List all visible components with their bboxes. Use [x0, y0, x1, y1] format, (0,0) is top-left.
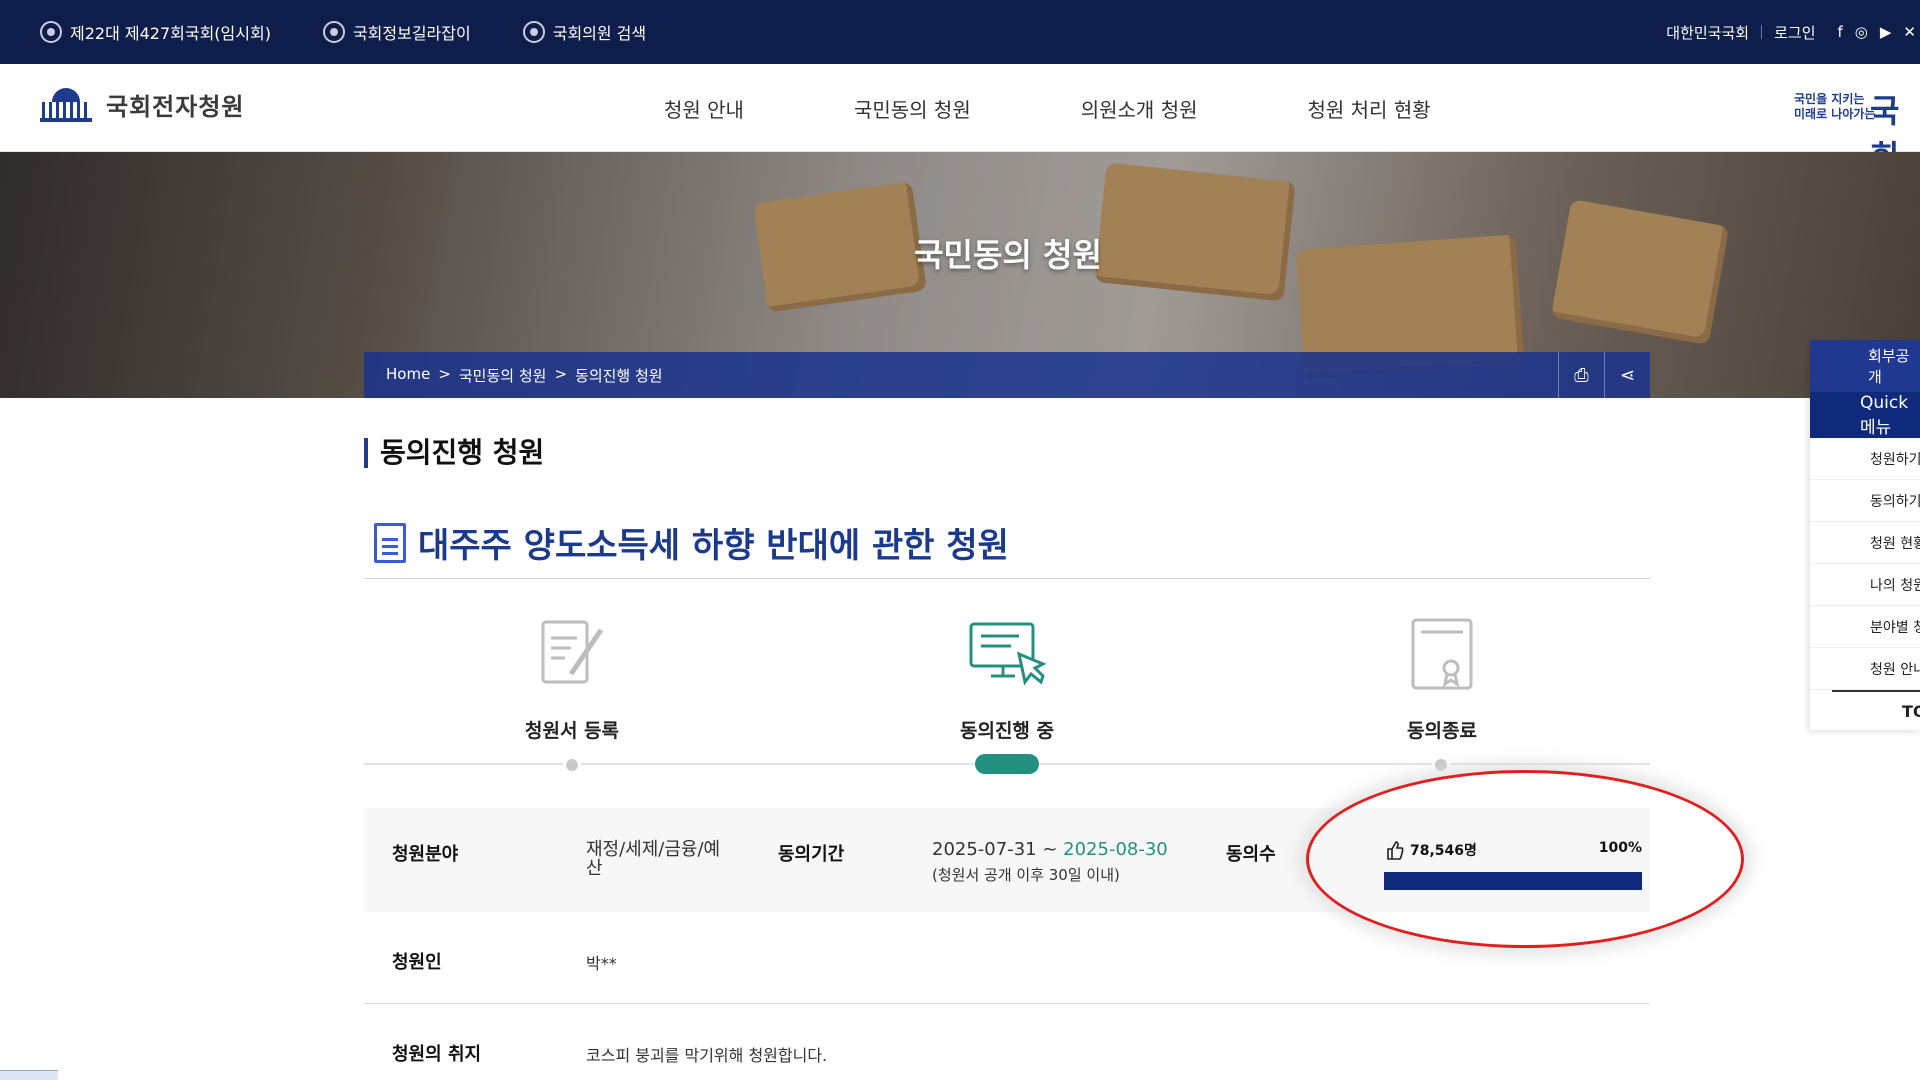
- facebook-icon[interactable]: f: [1838, 23, 1843, 41]
- purpose-row: 청원의 취지 코스피 붕괴를 막기위해 청원합니다.: [364, 1004, 1650, 1080]
- pencil-document-icon: [541, 620, 604, 684]
- step-label: 동의진행 중: [959, 720, 1054, 742]
- quick-item-status[interactable]: 청원 현황: [1810, 522, 1920, 564]
- step-indicator-active: [975, 754, 1039, 774]
- field-value-line-2: 산: [586, 858, 603, 879]
- step-dot-ended: [1432, 756, 1450, 774]
- top-link-member-search[interactable]: 국회의원 검색: [522, 20, 647, 44]
- votes-label: 동의수: [1226, 844, 1276, 865]
- nav-petition-status[interactable]: 청원 처리 현황: [1308, 94, 1431, 123]
- nav-public-consent-petition[interactable]: 국민동의 청원: [854, 94, 971, 123]
- step-dot-registered: [563, 756, 581, 774]
- quick-menu: 회부공개 Quick 메뉴 청원하기 동의하기 청원 현황 나의 청원 분야별 …: [1810, 340, 1920, 730]
- assembly-seal-icon: [322, 21, 345, 43]
- field-value-line-1: 재정/세제/금융/예: [586, 839, 721, 860]
- site-logo[interactable]: 국회전자청원: [40, 86, 244, 122]
- browser-status-bar: [0, 1070, 58, 1080]
- petition-title-row: 대주주 양도소득세 하향 반대에 관한 청원: [374, 518, 1009, 567]
- document-icon: [374, 522, 406, 563]
- divider: [364, 578, 1650, 579]
- nav-member-referral-petition[interactable]: 의원소개 청원: [1081, 94, 1198, 123]
- quick-item-my-petition[interactable]: 나의 청원: [1810, 564, 1920, 606]
- step-in-progress: 동의진행 중: [907, 618, 1107, 743]
- youtube-icon[interactable]: ▶: [1880, 23, 1892, 41]
- petitioner-value: 박**: [586, 954, 617, 973]
- field-label: 청원분야: [392, 844, 459, 865]
- top-utility-bar: 제22대 제427회국회(임시회) 국회정보길라잡이 국회의원 검색 대한민국국…: [0, 0, 1920, 64]
- top-button[interactable]: TOP: [1832, 690, 1920, 730]
- quick-menu-header: Quick 메뉴: [1810, 392, 1920, 438]
- period-start: 2025-07-31 ~: [932, 839, 1058, 860]
- quick-item-consent[interactable]: 동의하기: [1810, 480, 1920, 522]
- nav-petition-guide[interactable]: 청원 안내: [664, 94, 744, 123]
- slogan-line-1: 국민을 지키는: [1794, 92, 1865, 106]
- petitioner-label: 청원인: [392, 952, 442, 973]
- period-label: 동의기간: [778, 844, 845, 865]
- red-annotation-circle: [1306, 770, 1744, 948]
- top-right-links: 대한민국국회 로그인 f ◎ ▶ ✕: [1666, 0, 1920, 64]
- quick-item-petition[interactable]: 청원하기: [1810, 438, 1920, 480]
- assembly-seal-icon: [522, 21, 545, 43]
- share-icon[interactable]: ⋖: [1604, 352, 1650, 398]
- period-value: 2025-07-31 ~ 2025-08-30: [932, 840, 1168, 859]
- petition-title: 대주주 양도소득세 하향 반대에 관한 청원: [418, 526, 1009, 566]
- sns-links: f ◎ ▶ ✕: [1838, 23, 1917, 41]
- quick-item-by-field[interactable]: 분야별 청원: [1810, 606, 1920, 648]
- divider: [1761, 25, 1763, 39]
- quick-menu-tab-referral[interactable]: 회부공개: [1810, 340, 1920, 392]
- step-ended: 동의종료: [1342, 618, 1542, 743]
- breadcrumb-separator: >: [438, 364, 451, 383]
- top-link-label: 제22대 제427회국회(임시회): [70, 24, 271, 43]
- page-title: 동의진행 청원: [364, 438, 544, 468]
- hero-banner: 국민동의 청원 Home > 국민동의 청원 > 동의진행 청원 ⎙ ⋖: [0, 152, 1920, 398]
- period-note: (청원서 공개 이후 30일 이내): [932, 866, 1120, 884]
- slogan-banner: 국민을 지키는미래로 나아가는 국회: [1786, 90, 1920, 176]
- top-link-guide[interactable]: 국회정보길라잡이: [322, 20, 471, 44]
- slogan-line-2: 미래로 나아가는: [1794, 107, 1876, 121]
- breadcrumb-separator: >: [554, 364, 568, 383]
- top-link-label: 국회정보길라잡이: [352, 24, 471, 43]
- top-link-label: 국회의원 검색: [552, 24, 647, 43]
- site-header: 국회전자청원 청원 안내 국민동의 청원 의원소개 청원 청원 처리 현황 국민…: [0, 64, 1920, 176]
- assembly-building-icon: [40, 86, 92, 122]
- hero-title: 국민동의 청원: [914, 236, 1102, 274]
- period-end: 2025-08-30: [1063, 839, 1168, 860]
- certificate-icon: [1411, 618, 1473, 690]
- login-link[interactable]: 로그인: [1774, 22, 1815, 43]
- print-icon[interactable]: ⎙: [1558, 352, 1604, 398]
- computer-click-icon: [969, 622, 1047, 686]
- breadcrumb: Home > 국민동의 청원 > 동의진행 청원 ⎙ ⋖: [364, 352, 1650, 398]
- field-value: 재정/세제/금융/예 산: [586, 840, 720, 878]
- quick-item-guide[interactable]: 청원 안내: [1810, 648, 1920, 690]
- step-label: 청원서 등록: [524, 720, 619, 742]
- top-links: 제22대 제427회국회(임시회) 국회정보길라잡이 국회의원 검색: [40, 0, 646, 64]
- step-registered: 청원서 등록: [472, 618, 672, 743]
- logo-text: 국회전자청원: [106, 92, 245, 121]
- purpose-value: 코스피 붕괴를 막기위해 청원합니다.: [586, 1046, 828, 1065]
- x-icon[interactable]: ✕: [1903, 23, 1916, 41]
- main-nav: 청원 안내 국민동의 청원 의원소개 청원 청원 처리 현황: [664, 64, 1541, 152]
- instagram-icon[interactable]: ◎: [1855, 23, 1868, 41]
- breadcrumb-home[interactable]: Home: [386, 365, 430, 386]
- step-label: 동의종료: [1407, 720, 1477, 742]
- assembly-seal-icon: [40, 21, 62, 43]
- progress-steps: 청원서 등록 동의진행 중 동의종료: [364, 618, 1650, 768]
- purpose-label: 청원의 취지: [392, 1044, 482, 1065]
- breadcrumb-current[interactable]: 동의진행 청원: [575, 365, 663, 386]
- top-link-session[interactable]: 제22대 제427회국회(임시회): [40, 20, 271, 44]
- breadcrumb-public-consent[interactable]: 국민동의 청원: [459, 365, 547, 386]
- national-assembly-link[interactable]: 대한민국국회: [1666, 22, 1749, 43]
